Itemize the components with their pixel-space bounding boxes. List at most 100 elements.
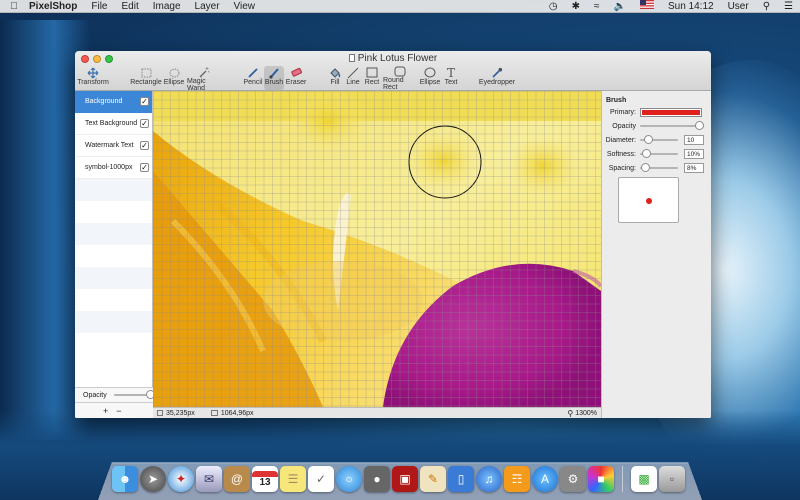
fill-bucket-icon xyxy=(329,66,341,79)
tool-pencil[interactable]: Pencil xyxy=(243,66,263,90)
contacts-icon[interactable]: @ xyxy=(224,466,250,492)
layer-name: symbol-1000px xyxy=(85,164,133,171)
tool-ellipse-shape[interactable]: Ellipse xyxy=(419,66,441,90)
title-bar[interactable]: Pink Lotus Flower Transform Rectangle El… xyxy=(75,51,711,92)
trash-icon[interactable]: ▫ xyxy=(659,466,685,492)
menu-bar:  PixelShop File Edit Image Layer View ◷… xyxy=(0,0,800,13)
text-icon: T xyxy=(446,65,455,80)
tool-eyedropper[interactable]: Eyedropper xyxy=(479,66,515,90)
calendar-icon[interactable]: 13 xyxy=(252,466,278,492)
cursor-position: 35,235px xyxy=(166,409,195,417)
app-store-icon[interactable]: A xyxy=(532,466,558,492)
eraser-icon xyxy=(290,66,303,79)
layer-row-background[interactable]: Background ✓ xyxy=(75,91,152,113)
rectangle-select-icon xyxy=(141,66,152,79)
tool-fill[interactable]: Fill xyxy=(328,66,342,90)
layer-name: Watermark Text xyxy=(85,142,134,149)
reminders-icon[interactable]: ✓ xyxy=(308,466,334,492)
layer-buttons: + − xyxy=(75,402,153,418)
layer-opacity-row: Opacity xyxy=(75,387,155,402)
diameter-knob[interactable] xyxy=(644,135,653,144)
remove-layer-button[interactable]: − xyxy=(116,406,121,416)
volume-icon[interactable]: 🔈 xyxy=(607,0,633,13)
pixel-grid xyxy=(153,91,601,407)
spacing-knob[interactable] xyxy=(641,163,650,172)
zoom-level[interactable]: 1300% xyxy=(575,410,597,417)
itunes-icon[interactable]: ♫ xyxy=(476,466,502,492)
tool-ellipse-select[interactable]: Ellipse xyxy=(163,66,185,90)
keynote-icon[interactable]: ▯ xyxy=(448,466,474,492)
tool-text[interactable]: T Text xyxy=(443,66,459,90)
app-window: Pink Lotus Flower Transform Rectangle El… xyxy=(75,51,711,418)
tool-brush[interactable]: Brush xyxy=(264,66,284,90)
tool-rectangle-select[interactable]: Rectangle xyxy=(130,66,162,90)
finder-icon[interactable]: ☻ xyxy=(112,466,138,492)
softness-knob[interactable] xyxy=(642,149,651,158)
tool-transform[interactable]: Transform xyxy=(77,66,109,90)
dock-icons: ☻ ➤ ✦ ✉ @ 13 ☰ ✓ ○ ● ▣ ✎ ▯ ♫ ☶ A ⚙ ■ ▩ ▫ xyxy=(112,463,692,495)
spotlight-icon[interactable]: ⚲ xyxy=(756,0,777,13)
notes-icon[interactable]: ☰ xyxy=(280,466,306,492)
line-icon xyxy=(347,66,359,79)
pixelshop-icon[interactable]: ■ xyxy=(588,466,614,492)
photo-booth-icon[interactable]: ▣ xyxy=(392,466,418,492)
system-preferences-icon[interactable]: ⚙ xyxy=(560,466,586,492)
ellipse-select-icon xyxy=(169,66,180,79)
opacity-slider[interactable] xyxy=(640,121,704,130)
softness-slider[interactable] xyxy=(640,149,678,158)
messages-icon[interactable]: ○ xyxy=(336,466,362,492)
image-canvas[interactable] xyxy=(153,91,601,407)
apple-menu-icon[interactable]:  xyxy=(6,1,22,12)
diameter-field[interactable]: 10 xyxy=(684,135,704,145)
tool-line[interactable]: Line xyxy=(345,66,361,90)
wifi-icon[interactable]: ≈ xyxy=(587,0,607,13)
documents-icon[interactable]: ▩ xyxy=(631,466,657,492)
menu-image[interactable]: Image xyxy=(146,0,188,13)
spacing-field[interactable]: 8% xyxy=(684,163,704,173)
tool-eraser[interactable]: Eraser xyxy=(286,66,306,90)
pages-icon[interactable]: ✎ xyxy=(420,466,446,492)
bluetooth-icon[interactable]: ✱ xyxy=(565,0,587,13)
tool-round-rect[interactable]: Round Rect xyxy=(383,66,417,91)
ibooks-icon[interactable]: ☶ xyxy=(504,466,530,492)
layer-row-watermark-text[interactable]: Watermark Text ✓ xyxy=(75,135,152,157)
tool-rect-shape[interactable]: Rect xyxy=(364,66,380,90)
document-icon xyxy=(348,54,355,62)
notification-center-icon[interactable]: ☰ xyxy=(777,0,800,13)
layer-visibility-checkbox[interactable]: ✓ xyxy=(140,119,149,128)
menu-layer[interactable]: Layer xyxy=(188,0,227,13)
spacing-slider[interactable] xyxy=(640,163,678,172)
add-layer-button[interactable]: + xyxy=(103,406,108,416)
softness-field[interactable]: 10% xyxy=(684,149,704,159)
flag-icon[interactable] xyxy=(633,0,661,13)
tool-magic-wand[interactable]: Magic Wand xyxy=(187,66,221,92)
opacity-knob[interactable] xyxy=(695,121,704,130)
facetime-icon[interactable]: ● xyxy=(364,466,390,492)
layer-row-text-background[interactable]: Text Background ✓ xyxy=(75,113,152,135)
menu-app-name[interactable]: PixelShop xyxy=(22,0,84,13)
primary-color-label: Primary: xyxy=(609,108,636,116)
safari-icon[interactable]: ✦ xyxy=(168,466,194,492)
diameter-slider[interactable] xyxy=(640,135,678,144)
menu-edit[interactable]: Edit xyxy=(114,0,145,13)
layer-visibility-checkbox[interactable]: ✓ xyxy=(140,141,149,150)
launchpad-icon[interactable]: ➤ xyxy=(140,466,166,492)
user-menu[interactable]: User xyxy=(721,0,756,13)
primary-color-well[interactable] xyxy=(640,107,702,117)
image-size-icon xyxy=(210,410,218,416)
mail-icon[interactable]: ✉ xyxy=(196,466,222,492)
menu-file[interactable]: File xyxy=(84,0,114,13)
rect-shape-icon xyxy=(366,66,378,79)
clock[interactable]: Sun 14:12 xyxy=(661,0,721,13)
layer-opacity-slider[interactable] xyxy=(113,390,155,399)
status-bar: 35,235px 1064,96px ⚲ 1300% xyxy=(153,407,601,418)
primary-color-swatch xyxy=(642,109,700,115)
layer-row-symbol[interactable]: symbol-1000px ✓ xyxy=(75,157,152,179)
layer-visibility-checkbox[interactable]: ✓ xyxy=(140,163,149,172)
brush-icon xyxy=(268,66,280,79)
time-machine-icon[interactable]: ◷ xyxy=(542,0,565,13)
layer-visibility-checkbox[interactable]: ✓ xyxy=(140,97,149,106)
brush-panel-title: Brush xyxy=(606,96,627,104)
pencil-icon xyxy=(247,66,259,79)
menu-view[interactable]: View xyxy=(227,0,263,13)
